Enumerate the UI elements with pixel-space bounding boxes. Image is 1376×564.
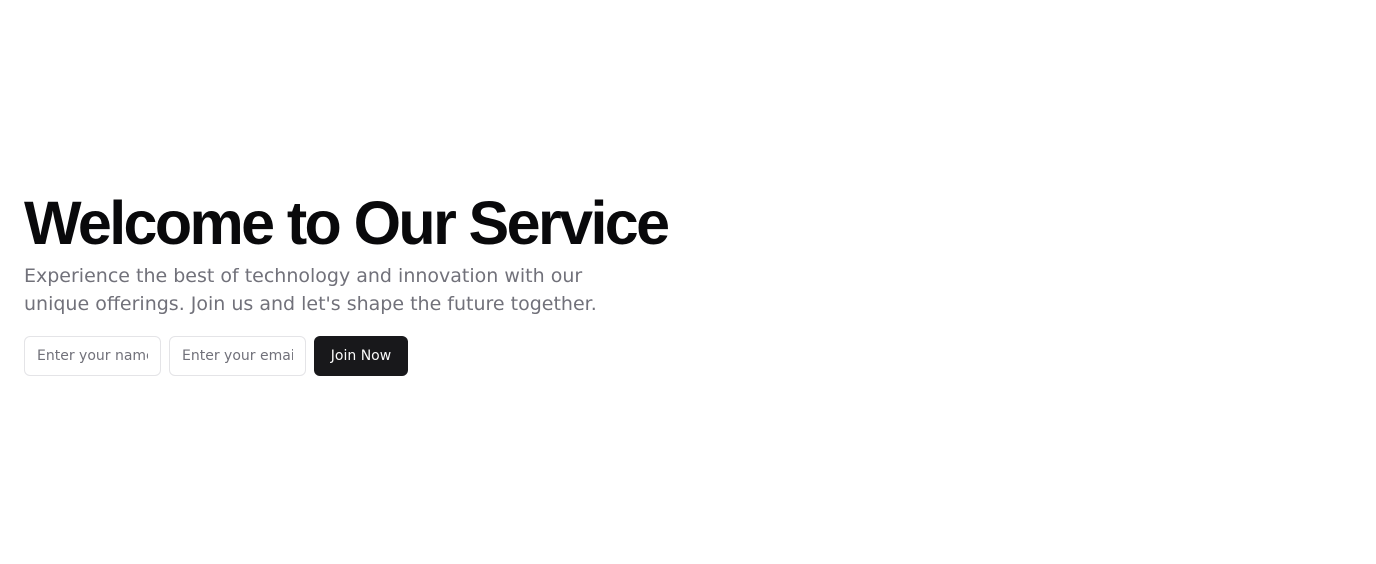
name-input[interactable] [24, 336, 161, 376]
hero-subtitle: Experience the best of technology and in… [24, 265, 597, 315]
signup-form: Join Now [24, 336, 724, 376]
join-now-button[interactable]: Join Now [314, 336, 408, 376]
email-input[interactable] [169, 336, 306, 376]
hero-section: Welcome to Our Service Experience the be… [24, 192, 724, 376]
page-title: Welcome to Our Service [24, 189, 670, 257]
